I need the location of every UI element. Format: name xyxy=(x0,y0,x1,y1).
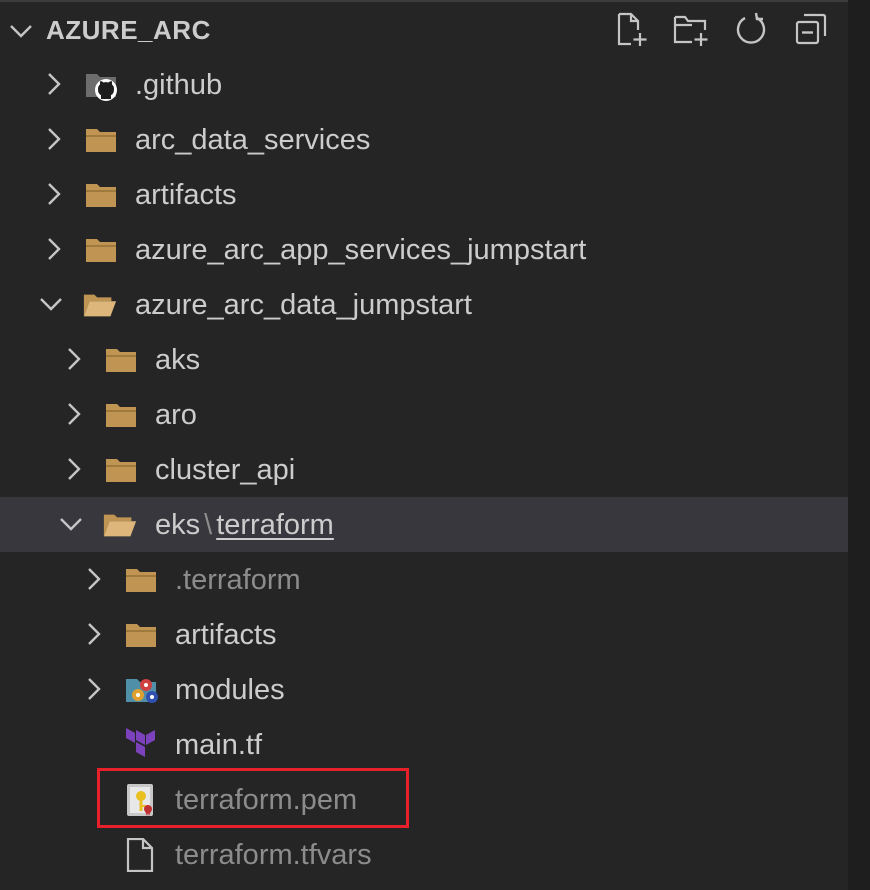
new-file-button[interactable] xyxy=(612,10,650,48)
tree-item-eks-terraform[interactable]: eks \ terraform xyxy=(0,497,848,552)
tree-item-label: modules xyxy=(175,674,285,706)
chevron-right-icon[interactable] xyxy=(60,346,86,372)
explorer-header[interactable]: AZURE_ARC xyxy=(0,2,848,56)
new-file-icon xyxy=(617,12,647,46)
folder-icon xyxy=(106,404,136,427)
folder-open-icon xyxy=(103,514,137,537)
folder-icon xyxy=(126,624,156,647)
path-separator: \ xyxy=(204,509,213,541)
tree-item-label: eks \ terraform xyxy=(155,507,334,543)
tree-item-label: azure_arc_data_jumpstart xyxy=(135,289,472,321)
collapse-all-icon xyxy=(795,13,827,45)
tree-item-label: arc_data_services xyxy=(135,124,371,156)
path-segment-terraform[interactable]: terraform xyxy=(216,509,334,541)
tree-item-label: .github xyxy=(135,69,223,101)
chevron-down-icon[interactable] xyxy=(58,511,84,537)
tree-item-terraform-tfvars[interactable]: terraform.tfvars xyxy=(0,827,848,882)
tree-item-label: main.tf xyxy=(175,729,263,761)
folder-open-icon xyxy=(83,294,117,317)
chevron-right-icon[interactable] xyxy=(80,676,106,702)
refresh-button[interactable] xyxy=(732,10,770,48)
workspace-title: AZURE_ARC xyxy=(46,15,211,45)
chevron-right-icon[interactable] xyxy=(40,181,66,207)
collapse-all-button[interactable] xyxy=(792,10,830,48)
chevron-right-icon[interactable] xyxy=(40,126,66,152)
tree-item-aro[interactable]: aro xyxy=(0,387,848,442)
tree-item-label: aro xyxy=(155,399,197,431)
tree-item-artifacts[interactable]: artifacts xyxy=(0,167,848,222)
header-actions xyxy=(612,10,830,48)
tree-item-dot-terraform[interactable]: .terraform xyxy=(0,552,848,607)
tree-item-label: artifacts xyxy=(175,619,277,651)
terraform-icon xyxy=(126,728,155,757)
tree-item-azure-arc-data-jumpstart[interactable]: azure_arc_data_jumpstart xyxy=(0,277,848,332)
folder-icon xyxy=(106,349,136,372)
tree-item-label: azure_arc_app_services_jumpstart xyxy=(135,234,587,266)
github-folder-icon xyxy=(86,74,117,101)
path-segment-eks[interactable]: eks xyxy=(155,509,200,541)
tree-item-label: aks xyxy=(155,344,201,376)
new-folder-button[interactable] xyxy=(672,10,710,48)
folder-icon xyxy=(126,569,156,592)
file-icon xyxy=(126,838,154,872)
tree-item-label: terraform.tfvars xyxy=(175,839,372,871)
folder-icon xyxy=(106,459,136,482)
chevron-down-icon[interactable] xyxy=(38,291,64,317)
tree-item-label: cluster_api xyxy=(155,454,296,486)
chevron-down-icon[interactable] xyxy=(8,18,34,44)
chevron-right-icon[interactable] xyxy=(60,456,86,482)
editor-edge xyxy=(848,0,870,890)
tree-item-cluster-api[interactable]: cluster_api xyxy=(0,442,848,497)
new-folder-icon xyxy=(673,15,708,46)
modules-folder-icon xyxy=(126,679,158,703)
tree-item-azure-arc-app-services-jumpstart[interactable]: azure_arc_app_services_jumpstart xyxy=(0,222,848,277)
chevron-right-icon[interactable] xyxy=(40,71,66,97)
tree-item-label: artifacts xyxy=(135,179,237,211)
tree-item-terraform-pem[interactable]: terraform.pem xyxy=(0,772,848,827)
chevron-right-icon[interactable] xyxy=(60,401,86,427)
tree-item-aks[interactable]: aks xyxy=(0,332,848,387)
tree-item-modules[interactable]: modules xyxy=(0,662,848,717)
chevron-right-icon[interactable] xyxy=(40,236,66,262)
tree-item-label: .terraform xyxy=(175,564,301,596)
tree-item-artifacts[interactable]: artifacts xyxy=(0,607,848,662)
folder-icon xyxy=(86,129,116,152)
chevron-right-icon[interactable] xyxy=(80,566,106,592)
tree-item-label: terraform.pem xyxy=(175,784,358,816)
certificate-icon xyxy=(127,784,153,816)
refresh-icon xyxy=(736,12,766,44)
folder-icon xyxy=(86,184,116,207)
tree-item-github[interactable]: .github xyxy=(0,57,848,112)
explorer-panel: AZURE_ARC .github arc_data_services arti… xyxy=(0,0,848,890)
folder-icon xyxy=(86,239,116,262)
chevron-right-icon[interactable] xyxy=(80,621,106,647)
tree-item-main-tf[interactable]: main.tf xyxy=(0,717,848,772)
tree-item-arc-data-services[interactable]: arc_data_services xyxy=(0,112,848,167)
